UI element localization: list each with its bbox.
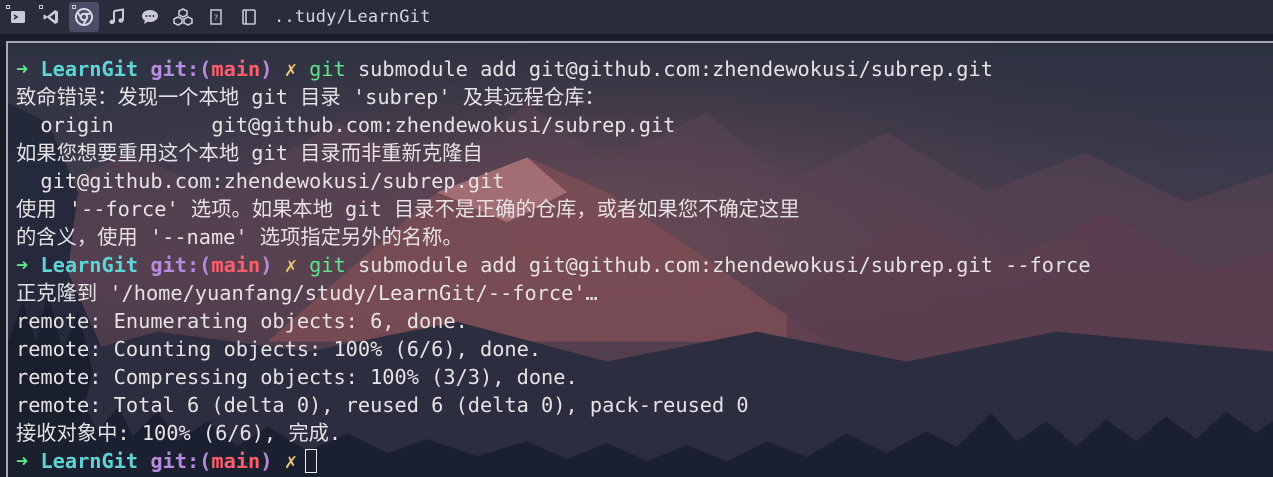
workspace-chat-button[interactable] (135, 2, 165, 32)
prompt-git-prefix: git:( (150, 449, 212, 473)
output-line: 的含义，使用 '--name' 选项指定另外的名称。 (16, 225, 463, 249)
window-indicator-icon (39, 5, 43, 9)
output-line: remote: Counting objects: 100% (6/6), do… (16, 337, 542, 361)
output-line: 正克隆到 '/home/yuanfang/study/LearnGit/--fo… (16, 281, 598, 305)
command-program: git (309, 253, 346, 277)
workspace-vscode-button[interactable] (36, 2, 66, 32)
workspace-music-button[interactable] (102, 2, 132, 32)
book-icon (242, 9, 256, 25)
chrome-icon (75, 8, 93, 26)
output-line: 致命错误：发现一个本地 git 目录 'subrep' 及其远程仓库： (16, 85, 605, 109)
command-args: submodule add git@github.com:zhendewokus… (345, 253, 1091, 277)
output-line: remote: Enumerating objects: 6, done. (16, 309, 468, 333)
cubes-icon (173, 8, 193, 26)
output-line: 使用 '--force' 选项。如果本地 git 目录不是正确的仓库，或者如果您… (16, 197, 800, 221)
window-indicator-icon (6, 5, 10, 9)
music-icon (109, 8, 124, 25)
prompt-dirty-mark: ✗ (284, 57, 297, 81)
workspace-cubes-button[interactable] (168, 2, 198, 32)
prompt-branch: main (211, 449, 261, 473)
terminal-cursor[interactable] (304, 448, 317, 473)
prompt-branch: main (211, 57, 261, 81)
workspace-chrome-button[interactable] (69, 2, 99, 32)
prompt-git-suffix: ) (260, 253, 273, 277)
file-icon: ? (210, 9, 222, 25)
prompt-git-prefix: git:( (150, 57, 212, 81)
workspace-file-button[interactable]: ? (201, 2, 231, 32)
svg-text:?: ? (214, 14, 218, 23)
terminal-window[interactable]: ➜ LearnGit git:(main) ✗ git submodule ad… (6, 41, 1273, 477)
prompt-git-suffix: ) (260, 57, 273, 81)
prompt-directory: LearnGit (40, 449, 139, 473)
window-indicator-icon (72, 5, 76, 9)
prompt-line: ➜ LearnGit git:(main) ✗ git submodule ad… (16, 251, 1273, 279)
prompt-arrow: ➜ (16, 253, 29, 277)
prompt-line: ➜ LearnGit git:(main) ✗ git submodule ad… (16, 55, 1273, 83)
prompt-line: ➜ LearnGit git:(main) ✗ (16, 447, 1273, 475)
vscode-icon (43, 10, 58, 24)
window-title: ..tudy/LearnGit (274, 7, 431, 27)
top-bar: ? ..tudy/LearnGit (0, 0, 1273, 34)
prompt-directory: LearnGit (40, 253, 139, 277)
desktop-screen: ? ..tudy/LearnGit ➜ LearnGit git:(main) … (0, 0, 1273, 477)
chat-icon (142, 10, 158, 24)
output-line: 如果您想要重用这个本地 git 目录而非重新克隆自 (16, 141, 483, 165)
prompt-directory: LearnGit (40, 57, 139, 81)
prompt-git-suffix: ) (260, 449, 273, 473)
terminal-icon (11, 11, 25, 23)
command-program: git (309, 57, 346, 81)
output-line: 接收对象中: 100% (6/6), 完成. (16, 421, 342, 445)
prompt-arrow: ➜ (16, 449, 29, 473)
output-line: origin git@github.com:zhendewokusi/subre… (16, 113, 676, 137)
prompt-dirty-mark: ✗ (284, 253, 297, 277)
output-line: git@github.com:zhendewokusi/subrep.git (16, 169, 505, 193)
prompt-git-prefix: git:( (150, 253, 212, 277)
output-line: remote: Compressing objects: 100% (3/3),… (16, 365, 578, 389)
terminal-output: ➜ LearnGit git:(main) ✗ git submodule ad… (16, 55, 1273, 475)
command-args: submodule add git@github.com:zhendewokus… (345, 57, 993, 81)
workspace-terminal-button[interactable] (3, 2, 33, 32)
workspace-book-button[interactable] (234, 2, 264, 32)
prompt-dirty-mark: ✗ (284, 449, 297, 473)
output-line: remote: Total 6 (delta 0), reused 6 (del… (16, 393, 749, 417)
prompt-arrow: ➜ (16, 57, 29, 81)
prompt-branch: main (211, 253, 261, 277)
